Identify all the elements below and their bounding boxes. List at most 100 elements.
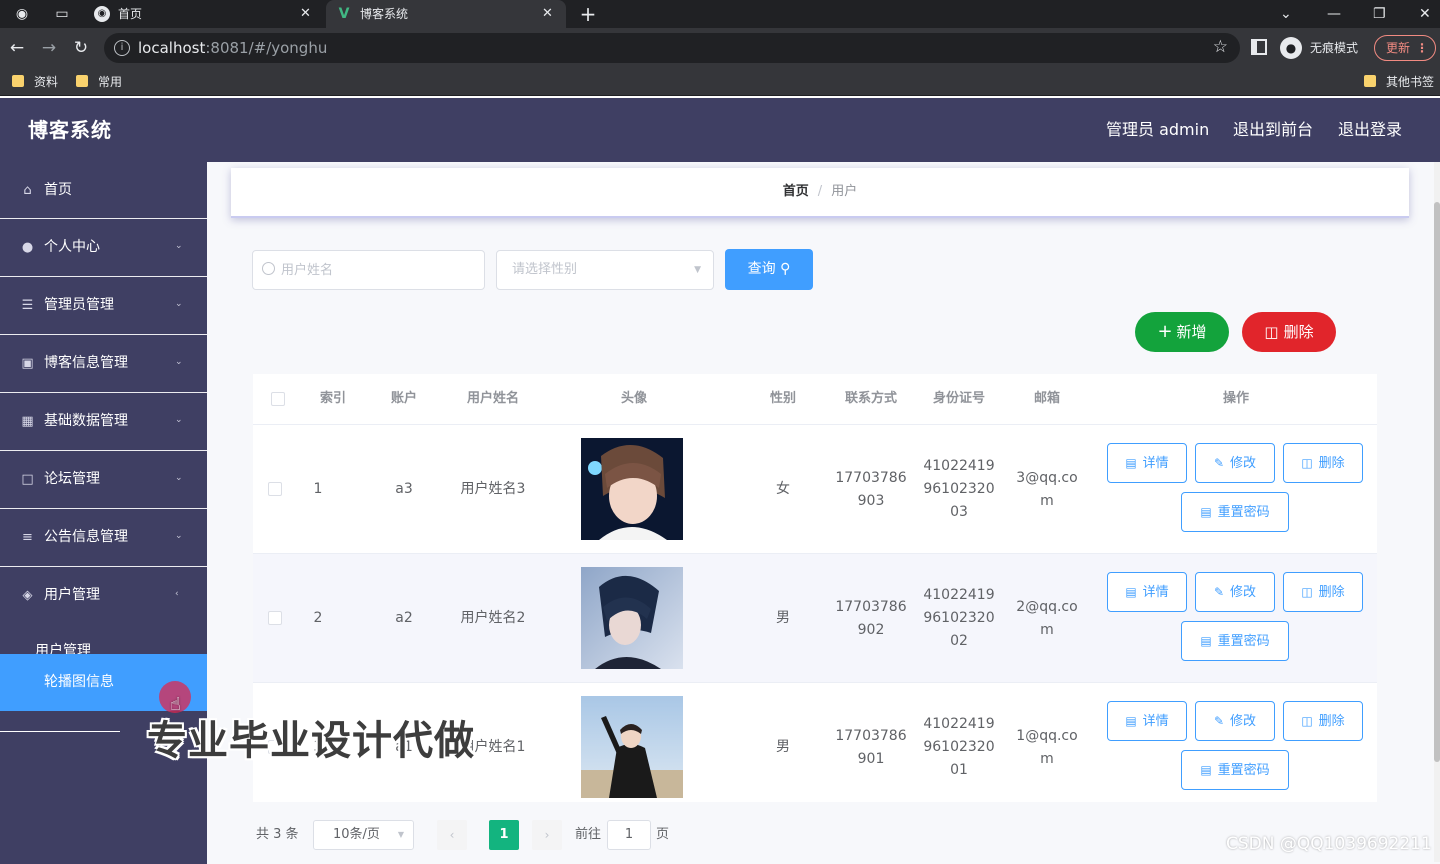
bookmarks-bar: 资料 常用 其他书签 (0, 68, 1440, 96)
delete-button[interactable]: ◫ 删除 (1283, 572, 1363, 612)
cell-gender: 男 (776, 739, 790, 755)
page-scrollbar[interactable] (1434, 162, 1440, 862)
detail-button[interactable]: ▤ 详情 (1107, 443, 1187, 483)
breadcrumb-separator: / (817, 184, 823, 199)
sidebar-subitem-user-mgmt[interactable]: 用户管理 (0, 620, 207, 659)
app-header: 博客系统 管理员 admin 退出到前台 退出登录 (0, 98, 1440, 162)
sidebar-item-base-data[interactable]: ▦ 基础数据管理 ⌄ (0, 393, 207, 451)
reset-password-button[interactable]: ▤ 重置密码 (1181, 621, 1289, 661)
new-tab-button[interactable]: + (578, 4, 598, 24)
column-header: 账户 (390, 391, 417, 406)
delete-button[interactable]: ◫ 删除 (1283, 443, 1363, 483)
url-field[interactable]: i localhost:8081/#/yonghu ☆ (104, 33, 1240, 63)
watermark-text: 专业毕业设计代做 (147, 718, 475, 764)
restore-icon[interactable]: ❐ (1373, 0, 1386, 28)
sidebar-item-notice[interactable]: ≡ 公告信息管理 ⌄ (0, 509, 207, 567)
table-row: 2 a2 用户姓名2 男 17703786 902 41022419 9610232… (253, 553, 1377, 682)
gender-select[interactable]: 请选择性别 ▼ (496, 250, 714, 290)
more-icon: ⋮ (1416, 41, 1428, 55)
document-icon: ▤ (1200, 763, 1212, 777)
back-icon[interactable]: ← (6, 37, 28, 59)
bookmark-folder-other[interactable]: 其他书签 (1364, 68, 1434, 96)
user-name-search[interactable] (252, 250, 485, 290)
column-header: 索引 (319, 391, 346, 406)
cell-email: 2@qq.co m (1016, 598, 1078, 638)
shield-icon: ◈ (22, 588, 33, 603)
reload-icon[interactable]: ↻ (70, 37, 92, 59)
detail-button[interactable]: ▤ 详情 (1107, 572, 1187, 612)
close-tab-icon[interactable]: ✕ (300, 0, 311, 28)
bookmark-folder-ziliao[interactable]: 资料 (12, 68, 58, 96)
clipboard-icon: ▣ (21, 356, 34, 371)
logout-link[interactable]: 退出登录 (1338, 98, 1402, 162)
column-header: 性别 (769, 391, 796, 406)
sidebar-item-users[interactable]: ◈ 用户管理 ‹ (0, 567, 207, 624)
edit-icon: ✎ (1213, 456, 1225, 470)
sidebar-item-admin-mgmt[interactable]: ☰ 管理员管理 ⌄ (0, 277, 207, 335)
grid-icon: ▦ (21, 414, 34, 429)
page-size-select[interactable]: 10条/页 ▼ (313, 820, 414, 850)
add-button[interactable]: + 新增 (1135, 312, 1229, 352)
edit-button[interactable]: ✎ 修改 (1195, 443, 1275, 483)
edit-button[interactable]: ✎ 修改 (1195, 572, 1275, 612)
avatar (581, 438, 683, 540)
side-panel-icon[interactable] (1251, 39, 1267, 55)
sidebar-item-blog-mgmt[interactable]: ▣ 博客信息管理 ⌄ (0, 335, 207, 393)
close-tab-icon[interactable]: ✕ (542, 0, 553, 28)
chevron-down-icon: ▼ (694, 265, 701, 275)
close-window-icon[interactable]: ✕ (1419, 0, 1431, 28)
column-header: 邮箱 (1033, 391, 1060, 406)
app-brand: 博客系统 (28, 118, 112, 142)
home-icon: ⌂ (23, 183, 32, 198)
batch-delete-button[interactable]: ◫ 删除 (1242, 312, 1336, 352)
select-all-checkbox[interactable] (271, 392, 285, 406)
user-name-input[interactable] (281, 259, 476, 281)
tab-search-icon[interactable]: ⌄ (1280, 0, 1292, 28)
minimize-icon[interactable]: — (1327, 0, 1341, 28)
cell-id-card: 41022419 96102320 01 (923, 716, 995, 778)
row-checkbox[interactable] (268, 611, 282, 625)
forward-icon[interactable]: → (38, 37, 60, 59)
exit-to-front-link[interactable]: 退出到前台 (1233, 98, 1313, 162)
reset-password-button[interactable]: ▤ 重置密码 (1181, 492, 1289, 532)
page-number-current[interactable]: 1 (489, 820, 519, 850)
next-page-button[interactable]: › (532, 820, 562, 850)
detail-button[interactable]: ▤ 详情 (1107, 701, 1187, 741)
incognito-icon: ● (1280, 37, 1302, 59)
trash-icon: ◫ (1264, 323, 1279, 341)
bookmark-folder-changyong[interactable]: 常用 (76, 68, 122, 96)
row-checkbox[interactable] (268, 482, 282, 496)
pagination-total: 共 3 条 (256, 827, 299, 842)
cell-id-card: 41022419 96102320 03 (923, 458, 995, 520)
search-icon (262, 262, 275, 275)
address-bar-row: ← → ↻ i localhost:8081/#/yonghu ☆ ● 无痕模式… (0, 28, 1440, 68)
edit-icon: ✎ (1213, 585, 1225, 599)
scrollbar-thumb[interactable] (1434, 202, 1440, 762)
cell-email: 3@qq.co m (1016, 469, 1078, 509)
edit-icon: ✎ (1213, 714, 1225, 728)
site-info-icon[interactable]: i (114, 40, 130, 56)
query-button[interactable]: 查询 ⚲ (725, 249, 813, 290)
edit-button[interactable]: ✎ 修改 (1195, 701, 1275, 741)
browser-tab-home[interactable]: ◉ 首页 ✕ (94, 0, 324, 28)
tab-overview-icon[interactable]: ▭ (52, 4, 72, 24)
search-icon: ⚲ (780, 261, 791, 277)
sidebar-item-forum[interactable]: □ 论坛管理 ⌄ (0, 451, 207, 509)
prev-page-button[interactable]: ‹ (437, 820, 467, 850)
column-header: 头像 (620, 391, 647, 406)
cell-email: 1@qq.co m (1016, 727, 1078, 767)
delete-button[interactable]: ◫ 删除 (1283, 701, 1363, 741)
cell-phone: 17703786 902 (835, 598, 907, 638)
update-button[interactable]: 更新 ⋮ (1374, 35, 1436, 61)
table-row: 1 a3 用户姓名3 女 17703786 903 41022419 9610232… (253, 424, 1377, 553)
breadcrumb-home[interactable]: 首页 (783, 184, 809, 199)
sidebar-item-profile[interactable]: ● 个人中心 ⌄ (0, 219, 207, 277)
sidebar-item-home[interactable]: ⌂ 首页 (0, 162, 207, 219)
reset-password-button[interactable]: ▤ 重置密码 (1181, 750, 1289, 790)
bookmark-star-icon[interactable]: ☆ (1213, 37, 1228, 57)
browser-tab-blog[interactable]: V 博客系统 ✕ (326, 0, 566, 28)
document-icon: ▤ (1125, 714, 1137, 728)
pagination: 共 3 条 10条/页 ▼ ‹ 1 › 前往 1 页 (251, 820, 751, 850)
goto-page-input[interactable]: 1 (607, 820, 651, 850)
chevron-down-icon: ⌄ (175, 531, 183, 541)
